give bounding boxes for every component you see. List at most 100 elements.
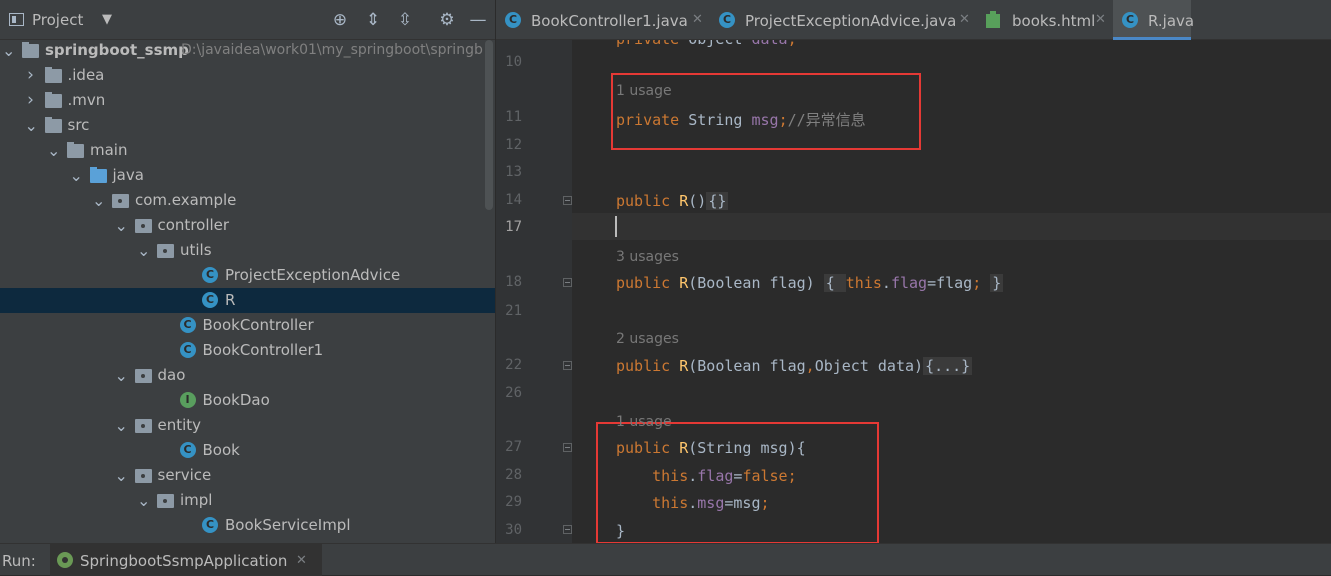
tree-item[interactable]: I BookDao [0,388,495,413]
fold-marker-icon[interactable] [563,278,572,287]
run-tool-window-bar: Run: SpringbootSsmpApplication ✕ [0,543,1331,576]
code-token: ; [788,40,797,48]
line-number: 21 [505,303,522,319]
chevron-down-icon[interactable]: ▼ [102,12,112,27]
fold-marker-icon[interactable] [563,196,572,205]
code-line[interactable]: } [616,522,625,540]
usage-hint[interactable]: 2 usages [616,331,679,347]
chevron-down-icon[interactable]: ⌄ [92,188,105,213]
tree-item[interactable]: ⌄ impl [0,488,495,513]
chevron-down-icon[interactable]: ⌄ [2,38,15,63]
code-token: private [616,40,688,48]
code-token: (Boolean flag [688,357,806,375]
code-token: R [679,357,689,375]
close-icon[interactable]: ✕ [692,12,703,27]
tree-item[interactable]: C BookController1 [0,338,495,363]
close-icon[interactable]: ✕ [296,553,307,568]
chevron-down-icon[interactable]: ⌄ [137,238,150,263]
code-token: public [616,357,680,375]
code-line[interactable]: public R(String msg){ [616,439,806,457]
code-token: (Boolean flag) [688,274,824,292]
expand-all-icon[interactable]: ⇕ [362,9,384,31]
tree-item-label: .idea [67,66,105,84]
chevron-down-icon[interactable]: ⌄ [115,363,128,388]
tree-item[interactable]: ⌄ springboot_ssmp D:\javaidea\work01\my_sp… [0,38,495,63]
close-icon[interactable]: ✕ [1095,12,1106,27]
collapse-all-icon[interactable]: ⇳ [394,9,416,31]
fold-marker-icon[interactable] [563,361,572,370]
line-number: 30 [505,522,522,538]
minimize-icon[interactable]: — [467,9,489,31]
chevron-right-icon[interactable]: › [25,88,37,113]
project-window-icon [9,13,24,26]
tree-item[interactable]: C ProjectExceptionAdvice [0,263,495,288]
tree-item[interactable]: ⌄ dao [0,363,495,388]
code-line[interactable]: this.flag=false; [616,467,797,485]
line-number: 11 [505,109,522,125]
editor-tab[interactable]: C R.java [1113,0,1194,40]
code-token: ; [972,274,991,292]
usage-hint[interactable]: 3 usages [616,249,679,265]
usage-hint[interactable]: 1 usage [616,83,672,99]
chevron-down-icon[interactable]: ⌄ [115,213,128,238]
editor-tab-label: BookController1.java [531,12,688,30]
tree-scrollbar[interactable] [485,40,493,210]
project-panel-title[interactable]: Project [32,11,83,29]
tree-item[interactable]: ⌄ service [0,463,495,488]
code-token: . [688,467,698,485]
editor-tab[interactable]: books.html ✕ [977,0,1113,40]
code-line[interactable]: public R(Boolean flag) { this.flag=flag;… [616,274,1004,292]
folded-region[interactable]: {...} [923,357,973,375]
tree-item-label: BookController1 [202,341,324,359]
code-token: ; [760,494,770,512]
folded-region[interactable]: { [823,274,846,292]
code-line[interactable]: private Object data; [616,40,797,48]
code-editor[interactable]: 10 11 12 13 14 17 18 21 22 26 27 28 29 30 private Obj… [496,40,1331,543]
chevron-down-icon[interactable]: ⌄ [70,163,83,188]
tree-item[interactable]: C Book [0,438,495,463]
close-icon[interactable]: ✕ [959,12,970,27]
tree-item[interactable]: › .mvn [0,88,495,113]
gear-icon[interactable]: ⚙ [436,9,458,31]
tree-item[interactable]: C BookServiceImpl [0,513,495,538]
tree-item[interactable]: ⌄ utils [0,238,495,263]
tree-item[interactable]: ⌄ src [0,113,495,138]
editor-gutter: 10 11 12 13 14 17 18 21 22 26 27 28 29 30 [496,40,572,543]
fold-marker-icon[interactable] [563,525,572,534]
tree-item[interactable]: CR [0,288,495,313]
tree-item-label: springboot_ssmp [45,41,189,59]
code-line[interactable]: public R(){} [616,192,729,210]
line-number: 28 [505,467,522,483]
code-line[interactable]: private String msg;//异常信息 [616,109,866,130]
code-token: msg [751,111,779,129]
tree-item-label: ProjectExceptionAdvice [225,266,401,284]
code-token: String [688,111,752,129]
fold-marker-icon[interactable] [563,443,572,452]
code-token: private [616,111,689,129]
chevron-right-icon[interactable]: › [25,63,37,88]
tree-item[interactable]: ⌄ controller [0,213,495,238]
tree-item[interactable]: › .idea [0,63,495,88]
chevron-down-icon[interactable]: ⌄ [115,413,128,438]
tree-item[interactable]: ⌄ java [0,163,495,188]
run-config-tab[interactable]: SpringbootSsmpApplication ✕ [50,544,322,576]
chevron-down-icon[interactable]: ⌄ [25,113,38,138]
folded-region[interactable]: {} [706,192,729,210]
tree-item[interactable]: C BookController [0,313,495,338]
usage-hint[interactable]: 1 usage [616,414,672,430]
tree-item[interactable]: ⌄ com.example [0,188,495,213]
locate-file-icon[interactable]: ⊕ [329,9,351,31]
code-line[interactable]: this.msg=msg; [616,494,770,512]
editor-tab[interactable]: C BookController1.java ✕ [496,0,710,40]
folded-region[interactable]: } [990,274,1004,292]
line-number: 27 [505,439,522,455]
code-token: . [688,494,698,512]
editor-tab[interactable]: C ProjectExceptionAdvice.java ✕ [710,0,977,40]
chevron-down-icon[interactable]: ⌄ [47,138,60,163]
chevron-down-icon[interactable]: ⌄ [115,463,128,488]
code-token: data [751,40,787,48]
code-line[interactable]: public R(Boolean flag,Object data) {...} [616,357,973,375]
tree-item[interactable]: ⌄ entity [0,413,495,438]
chevron-down-icon[interactable]: ⌄ [137,488,150,513]
tree-item[interactable]: ⌄ main [0,138,495,163]
